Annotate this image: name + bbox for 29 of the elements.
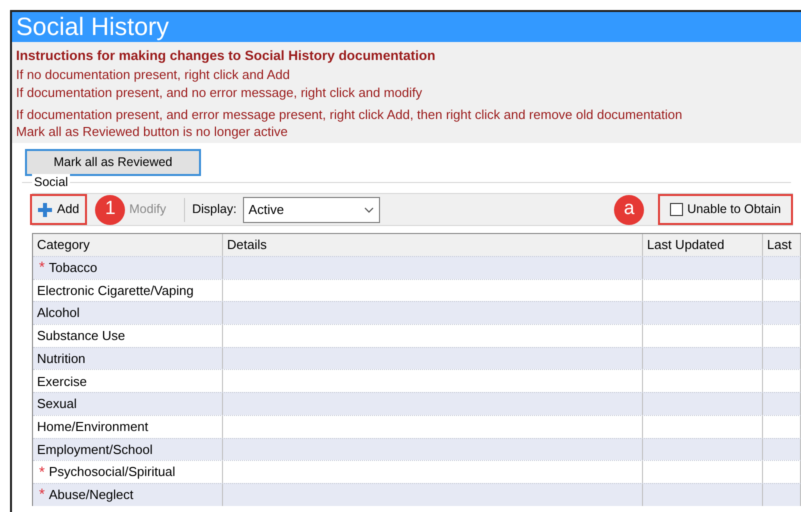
callout-marker: 1 — [95, 194, 126, 224]
instruction-text: Mark all as Reviewed button is no longer active — [16, 124, 289, 140]
plus-icon — [38, 202, 52, 216]
required-asterisk: * — [39, 464, 45, 480]
table-cell-text: Exercise — [37, 372, 87, 391]
table-cell-text: Alcohol — [37, 304, 80, 322]
required-asterisk: * — [39, 260, 45, 276]
instruction-text: If no documentation present, right click and Add — [16, 66, 291, 84]
table-cell-text: Employment/School — [37, 440, 153, 459]
add-button[interactable]: Add — [30, 194, 88, 225]
window-title: Social History — [16, 14, 169, 40]
display-label: Display: — [192, 201, 237, 218]
display-dropdown[interactable]: Active — [242, 196, 380, 222]
table-cell-text: Abuse/Neglect — [48, 486, 134, 504]
instructions-heading: Instructions for making changes to Social History documentation — [16, 47, 436, 65]
mark-reviewed-button[interactable]: Mark all as Reviewed — [25, 149, 201, 176]
instruction-text: If documentation present, and no error message, right click and modify — [16, 84, 424, 102]
table-cell-text: Psychosocial/Spiritual — [48, 463, 176, 482]
required-asterisk: * — [39, 487, 45, 502]
table-cell-text: Home/Environment — [37, 418, 148, 436]
caret-icon — [364, 206, 374, 212]
instruction-text: If documentation present, and error message present, right click Add, then right click and remove old documentation — [16, 106, 684, 124]
unable-to-obtain-checkbox[interactable]: Unable to Obtain — [658, 194, 793, 225]
table-cell-text: Tobacco — [48, 259, 98, 278]
table-cell-text: Substance Use — [37, 327, 126, 346]
table-cell-text: Electronic Cigarette/Vaping — [37, 282, 194, 300]
table-cell-text: Sexual — [37, 395, 77, 414]
callout-marker: a — [614, 194, 644, 224]
table-cell-text: Nutrition — [37, 350, 86, 368]
